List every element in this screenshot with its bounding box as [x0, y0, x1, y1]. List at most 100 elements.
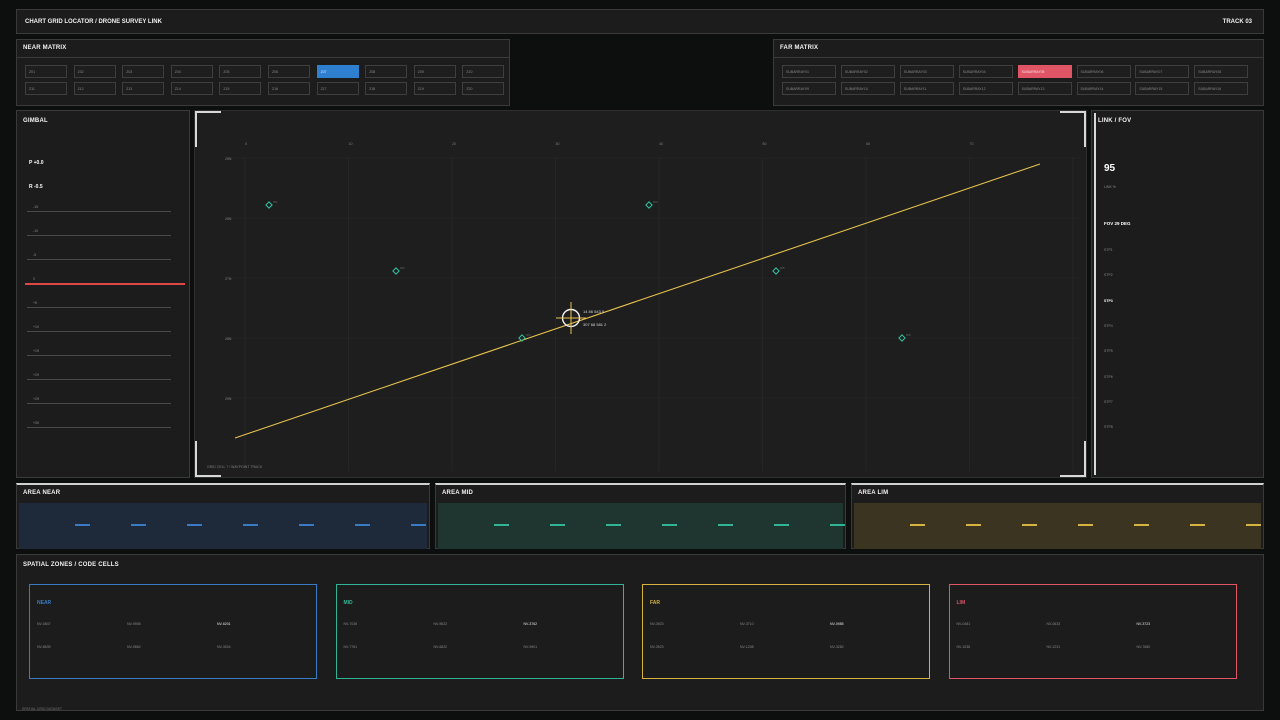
- gimbal-tick-label: +20: [33, 373, 39, 377]
- zone-code-cell[interactable]: NV-6622: [434, 645, 448, 649]
- zone-card-far[interactable]: FAR NV-3923 NV-3710 NV-0985 NV-3923 NV-1208 NV…: [642, 584, 930, 679]
- zone-code-cell[interactable]: NV-8639: [37, 645, 51, 649]
- waypoint-diamond[interactable]: [772, 267, 780, 275]
- near-matrix-cell[interactable]: Z08: [365, 65, 408, 78]
- zone-code-cell[interactable]: NV-7036: [344, 622, 358, 626]
- zone-code-cell[interactable]: NV-1231: [1047, 645, 1061, 649]
- waypoint-marker[interactable]: W1: [265, 200, 278, 209]
- zone-card-lim[interactable]: LIM NV-0481 NV-0633 NV-3723 NV-1038 NV-1231 NV…: [948, 584, 1237, 679]
- area-marker-dash: [187, 524, 202, 526]
- area-marker-dash: [774, 524, 789, 526]
- waypoint-marker[interactable]: W4: [645, 200, 658, 209]
- zone-code-cell[interactable]: NV-6201: [217, 622, 231, 626]
- near-matrix-cell[interactable]: Z16: [268, 82, 310, 95]
- zone-code-cell[interactable]: NV-0633: [1047, 622, 1061, 626]
- zone-code-cell[interactable]: NV-1208: [740, 645, 754, 649]
- chart-top-tick: 60: [866, 142, 870, 146]
- far-matrix-cell[interactable]: SUBARRAY09: [782, 82, 836, 95]
- zone-code-cell[interactable]: NV-3282: [830, 645, 844, 649]
- zone-code-cell[interactable]: NV-0985: [830, 622, 844, 626]
- zone-code-cell[interactable]: NV-3923: [650, 622, 664, 626]
- near-matrix-cell[interactable]: Z02: [73, 65, 116, 78]
- waypoint-diamond[interactable]: [645, 201, 653, 209]
- far-matrix-cell[interactable]: SUBARRAY15: [1135, 82, 1190, 95]
- area-near-title: AREA NEAR: [23, 490, 61, 496]
- area-mid-bar: [438, 503, 845, 549]
- far-matrix-cell[interactable]: SUBARRAY01: [782, 65, 836, 78]
- gimbal-pitch: P +0.0: [29, 160, 44, 166]
- track-label[interactable]: TRACK 03: [1223, 19, 1252, 25]
- zone-code-cell[interactable]: NV-9901: [524, 645, 538, 649]
- near-matrix-cell[interactable]: Z09: [413, 65, 456, 78]
- near-matrix-cell[interactable]: Z04: [170, 65, 213, 78]
- near-matrix-cell[interactable]: Z07: [316, 65, 359, 78]
- waypoint-diamond[interactable]: [392, 267, 400, 275]
- near-matrix-cell[interactable]: Z10: [462, 65, 505, 78]
- zone-code-cell[interactable]: NV-3710: [740, 622, 754, 626]
- gimbal-level-indicator: [25, 283, 185, 285]
- link-step-row[interactable]: STP2: [1104, 273, 1113, 277]
- waypoint-marker[interactable]: W6: [898, 333, 911, 342]
- link-step-row[interactable]: STP7: [1104, 400, 1113, 404]
- locator-chart-panel[interactable]: 0 10 20 30 40 50 60 70 25N 26N 27N 28N 29N W1 W2 W3 W4 W5…: [194, 110, 1087, 478]
- locator-chart[interactable]: 0 10 20 30 40 50 60 70 25N 26N 27N 28N 29N W1 W2 W3 W4 W5…: [195, 111, 1086, 477]
- near-matrix-cell[interactable]: Z11: [25, 82, 67, 95]
- area-marker-dash: [299, 524, 314, 526]
- zone-card-mid[interactable]: MID NV-7036 NV-9622 NV-3762 NV-7761 NV-6622 NV…: [335, 584, 624, 679]
- zone-code-cell[interactable]: NV-7761: [344, 645, 358, 649]
- link-step-row[interactable]: STP8: [1104, 425, 1113, 429]
- far-matrix-cell[interactable]: SUBARRAY06: [1076, 65, 1131, 78]
- far-matrix-cell[interactable]: SUBARRAY16: [1194, 82, 1249, 95]
- far-matrix-cell[interactable]: SUBARRAY12: [958, 82, 1013, 95]
- zone-card-near[interactable]: NEAR NV-0847 NV-9905 NV-6201 NV-8639 NV-0862 N…: [29, 584, 317, 679]
- zone-code-cell[interactable]: NV-0862: [127, 645, 141, 649]
- far-matrix-cell[interactable]: SUBARRAY08: [1194, 65, 1249, 78]
- gimbal-tick-label: +30: [33, 421, 39, 425]
- link-step-row[interactable]: STP3: [1104, 299, 1113, 303]
- link-step-row[interactable]: STP1: [1104, 248, 1113, 252]
- near-matrix-cell[interactable]: Z14: [170, 82, 213, 95]
- link-step-row[interactable]: STP4: [1104, 324, 1113, 328]
- far-matrix-cell[interactable]: SUBARRAY11: [899, 82, 954, 95]
- far-matrix-cell[interactable]: SUBARRAY05: [1017, 65, 1072, 78]
- near-matrix-cell[interactable]: Z15: [219, 82, 262, 95]
- waypoint-diamond[interactable]: [265, 201, 273, 209]
- waypoint-marker[interactable]: W2: [392, 266, 405, 275]
- chart-top-tick: 10: [349, 142, 353, 146]
- zone-code-cell[interactable]: NV-0847: [37, 622, 51, 626]
- zone-code-cell[interactable]: NV-9622: [434, 622, 448, 626]
- area-marker-dash: [1134, 524, 1149, 526]
- crosshair-reticle[interactable]: 14 86 543 9 307 68 581 2: [556, 302, 607, 334]
- near-matrix-cell[interactable]: Z20: [462, 82, 505, 95]
- area-marker-dash: [662, 524, 677, 526]
- near-matrix-cell[interactable]: Z03: [122, 65, 165, 78]
- far-matrix-cell[interactable]: SUBARRAY10: [840, 82, 895, 95]
- near-matrix-cell[interactable]: Z06: [268, 65, 310, 78]
- area-marker-dash: [131, 524, 146, 526]
- waypoint-marker[interactable]: W5: [772, 266, 785, 275]
- zone-code-cell[interactable]: NV-3923: [650, 645, 664, 649]
- link-step-row[interactable]: STP5: [1104, 349, 1113, 353]
- far-matrix-cell[interactable]: SUBARRAY03: [899, 65, 954, 78]
- zone-code-cell[interactable]: NV-1038: [957, 645, 971, 649]
- far-matrix-cell[interactable]: SUBARRAY07: [1135, 65, 1190, 78]
- gimbal-tick-label: +5: [33, 301, 37, 305]
- far-matrix-cell[interactable]: SUBARRAY14: [1076, 82, 1131, 95]
- zone-code-cell[interactable]: NV-0481: [957, 622, 971, 626]
- near-matrix-cell[interactable]: Z18: [365, 82, 408, 95]
- far-matrix-cell[interactable]: SUBARRAY13: [1017, 82, 1072, 95]
- near-matrix-cell[interactable]: Z01: [25, 65, 67, 78]
- zone-code-cell[interactable]: NV-3762: [524, 622, 538, 626]
- zone-code-cell[interactable]: NV-9905: [127, 622, 141, 626]
- near-matrix-cell[interactable]: Z12: [73, 82, 116, 95]
- zone-code-cell[interactable]: NV-7680: [1137, 645, 1151, 649]
- near-matrix-cell[interactable]: Z05: [219, 65, 262, 78]
- near-matrix-cell[interactable]: Z19: [413, 82, 456, 95]
- zone-code-cell[interactable]: NV-3024: [217, 645, 231, 649]
- near-matrix-cell[interactable]: Z17: [316, 82, 359, 95]
- near-matrix-cell[interactable]: Z13: [122, 82, 165, 95]
- far-matrix-cell[interactable]: SUBARRAY04: [958, 65, 1013, 78]
- zone-code-cell[interactable]: NV-3723: [1137, 622, 1151, 626]
- link-step-row[interactable]: STP6: [1104, 375, 1113, 379]
- far-matrix-cell[interactable]: SUBARRAY02: [840, 65, 895, 78]
